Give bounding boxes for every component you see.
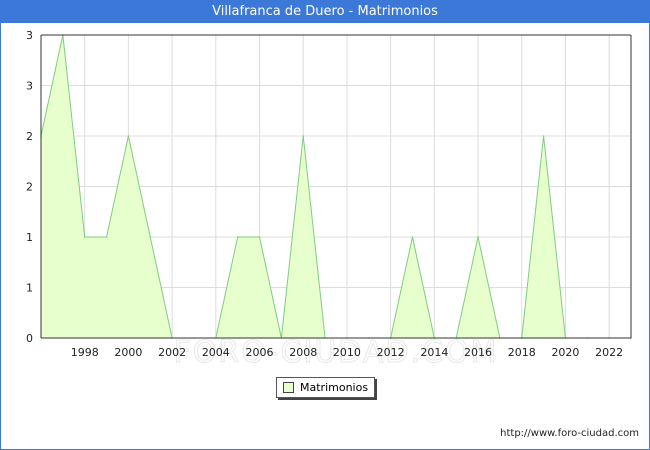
x-tick-label: 2004 [202,346,230,359]
x-tick-label: 2022 [595,346,623,359]
data-point [477,236,479,238]
data-point [542,135,545,137]
y-tick-label: 1 [26,231,33,244]
x-tick-label: 2012 [377,346,405,359]
chart-frame: Villafranca de Duero - Matrimonios FORO-… [0,0,650,450]
x-tick-label: 2000 [114,346,142,359]
source-url[interactable]: http://www.foro-ciudad.com [500,428,639,439]
data-point [236,236,239,238]
x-tick-label: 2002 [158,346,186,359]
data-point [83,236,86,238]
legend-label: Matrimonios [300,381,369,394]
x-tick-label: 2010 [333,346,361,359]
x-tick-label: 2018 [508,346,536,359]
x-tick-label: 2008 [289,346,317,359]
data-point [149,236,152,238]
data-point [105,236,108,238]
data-point [258,236,261,238]
legend: Matrimonios [276,377,376,398]
x-tick-label: 2020 [551,346,579,359]
y-tick-label: 2 [26,130,33,143]
y-tick-label: 2 [26,181,33,194]
x-tick-label: 2014 [420,346,448,359]
y-tick-label: 3 [26,29,33,42]
data-point [411,236,414,238]
x-tick-label: 2006 [246,346,274,359]
data-point [127,135,130,137]
y-tick-label: 0 [26,332,33,345]
x-tick-label: 1998 [71,346,99,359]
x-tick-label: 2016 [464,346,492,359]
y-tick-label: 3 [26,80,33,93]
legend-swatch [283,382,294,393]
data-point [302,135,305,137]
y-tick-label: 1 [26,282,33,295]
